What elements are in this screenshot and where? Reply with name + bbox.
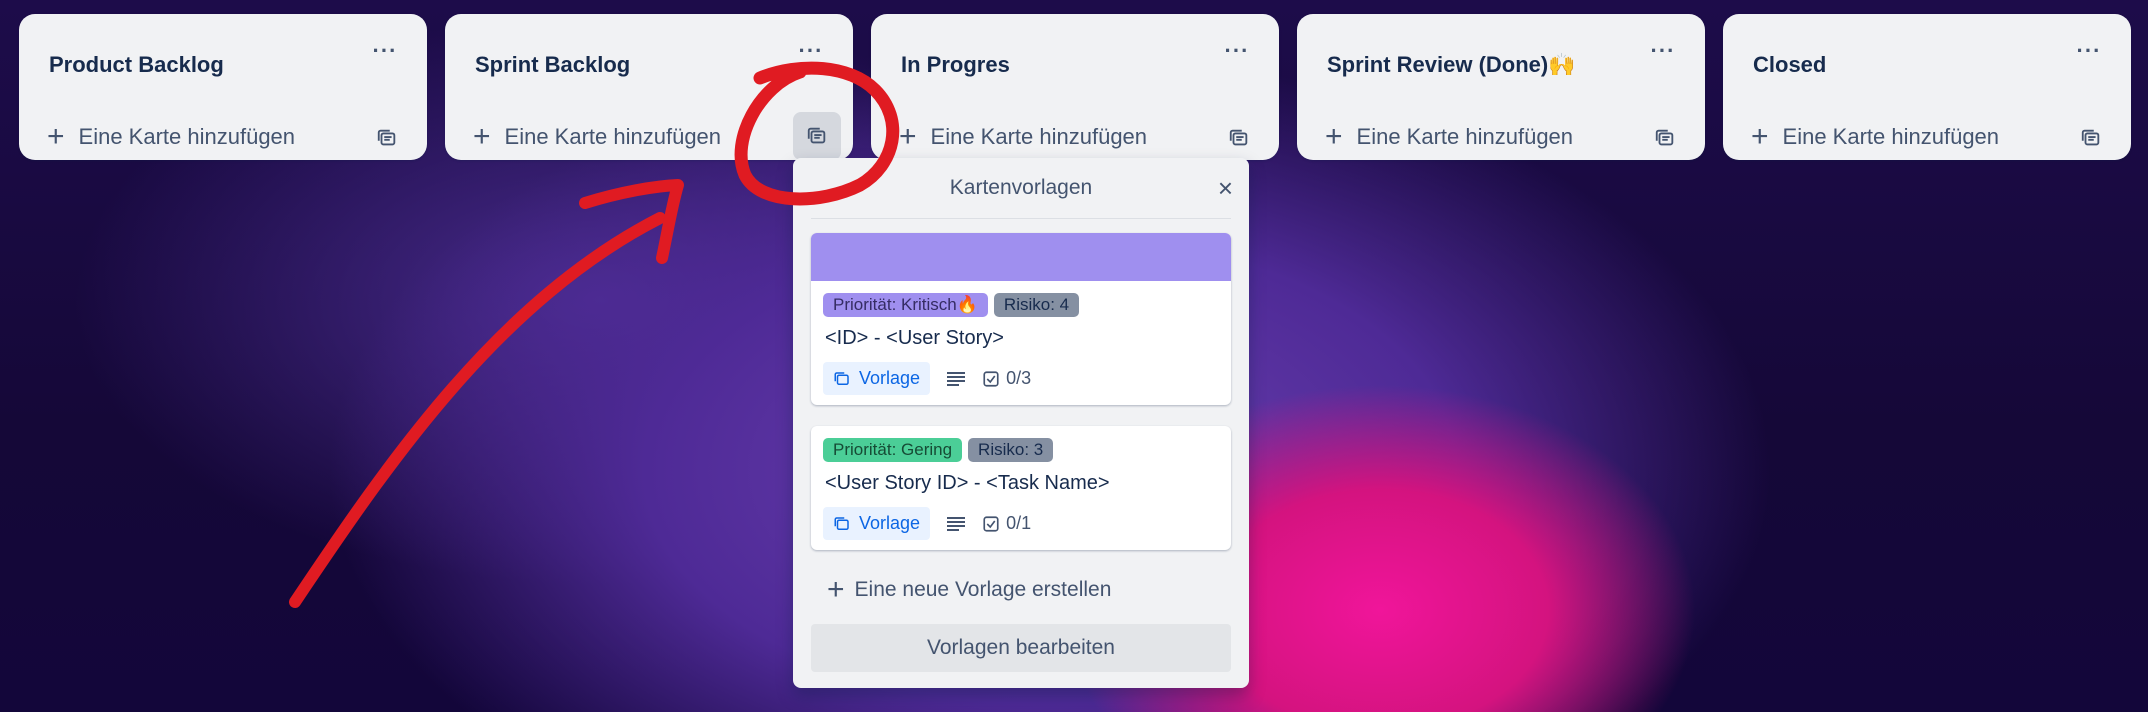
add-card-label: Eine Karte hinzufügen — [1356, 124, 1574, 149]
card-template-button[interactable] — [371, 122, 403, 154]
add-card-label: Eine Karte hinzufügen — [930, 124, 1148, 149]
card-template-button[interactable] — [1223, 122, 1255, 154]
template-badge-label: Vorlage — [859, 368, 921, 388]
add-card-button[interactable]: + Eine Karte hinzufügen — [473, 120, 722, 153]
description-icon — [947, 371, 966, 386]
plus-icon: + — [827, 573, 845, 606]
list-menu-icon[interactable]: ··· — [369, 40, 401, 68]
list-sprint-review: Sprint Review (Done)🙌 ··· + Eine Karte h… — [1297, 14, 1705, 160]
card-badges: Vorlage 0/1 — [811, 495, 1231, 550]
list-menu-icon[interactable]: ··· — [1221, 40, 1253, 68]
template-badge: Vorlage — [823, 507, 931, 540]
list-closed: Closed ··· + Eine Karte hinzufügen — [1723, 14, 2131, 160]
create-template-label: Eine neue Vorlage erstellen — [854, 578, 1112, 601]
label-priority: Priorität: Gering — [823, 438, 963, 462]
add-card-button[interactable]: + Eine Karte hinzufügen — [1325, 120, 1574, 153]
list-product-backlog: Product Backlog ··· + Eine Karte hinzufü… — [19, 14, 427, 160]
list-title[interactable]: Product Backlog — [49, 52, 224, 78]
description-icon — [947, 516, 966, 531]
template-badge: Vorlage — [823, 362, 931, 395]
card-template-button[interactable] — [1649, 122, 1681, 154]
checklist-count: 0/3 — [1006, 368, 1032, 388]
add-card-label: Eine Karte hinzufügen — [504, 124, 722, 149]
plus-icon: + — [47, 120, 65, 153]
divider — [811, 218, 1231, 219]
list-title[interactable]: In Progres — [901, 52, 1010, 78]
checklist-count: 0/1 — [1006, 513, 1032, 533]
annotation-arrow-head — [579, 179, 684, 264]
list-sprint-backlog: Sprint Backlog ··· + Eine Karte hinzufüg… — [445, 14, 853, 160]
card-labels: Priorität: Kritisch🔥 Risiko: 4 — [811, 281, 1231, 317]
label-priority: Priorität: Kritisch🔥 — [823, 293, 988, 317]
card-template-button[interactable] — [793, 112, 841, 160]
checklist-icon — [983, 515, 999, 532]
label-risk: Risiko: 4 — [993, 293, 1080, 317]
annotation-arrow-shaft — [289, 212, 666, 608]
template-icon — [834, 371, 849, 385]
popover-title: Kartenvorlagen — [949, 176, 1093, 199]
list-title[interactable]: Closed — [1753, 52, 1826, 78]
close-icon[interactable]: × — [1218, 175, 1233, 201]
card-labels: Priorität: Gering Risiko: 3 — [811, 426, 1231, 462]
edit-templates-button[interactable]: Vorlagen bearbeiten — [811, 624, 1231, 672]
template-icon — [377, 129, 396, 146]
plus-icon: + — [1751, 120, 1769, 153]
card-title: <User Story ID> - <Task Name> — [825, 472, 1110, 494]
card-template-button[interactable] — [2075, 122, 2107, 154]
card-title: <ID> - <User Story> — [825, 327, 1004, 349]
plus-icon: + — [1325, 120, 1343, 153]
template-card[interactable]: Priorität: Gering Risiko: 3 <User Story … — [811, 426, 1231, 550]
create-template-button[interactable]: + Eine neue Vorlage erstellen — [827, 573, 1112, 606]
plus-icon: + — [899, 120, 917, 153]
add-card-button[interactable]: + Eine Karte hinzufügen — [1751, 120, 2000, 153]
template-icon — [807, 127, 826, 144]
add-card-button[interactable]: + Eine Karte hinzufügen — [47, 120, 296, 153]
list-title[interactable]: Sprint Review (Done)🙌 — [1327, 52, 1576, 78]
card-cover — [811, 233, 1231, 281]
template-icon — [834, 516, 849, 530]
label-risk: Risiko: 3 — [968, 438, 1054, 462]
checklist-badge: 0/1 — [982, 513, 1031, 534]
add-card-label: Eine Karte hinzufügen — [78, 124, 296, 149]
list-menu-icon[interactable]: ··· — [1647, 40, 1679, 68]
template-icon — [1655, 129, 1674, 146]
checklist-icon — [983, 370, 999, 387]
template-card[interactable]: Priorität: Kritisch🔥 Risiko: 4 <ID> - <U… — [811, 233, 1231, 405]
add-card-button[interactable]: + Eine Karte hinzufügen — [899, 120, 1148, 153]
checklist-badge: 0/3 — [982, 368, 1031, 389]
list-menu-icon[interactable]: ··· — [2073, 40, 2105, 68]
card-templates-popover: Kartenvorlagen × Priorität: Kritisch🔥 Ri… — [793, 158, 1249, 688]
template-icon — [1229, 129, 1248, 146]
list-title[interactable]: Sprint Backlog — [475, 52, 630, 78]
add-card-label: Eine Karte hinzufügen — [1782, 124, 2000, 149]
plus-icon: + — [473, 120, 491, 153]
list-in-progress: In Progres ··· + Eine Karte hinzufügen — [871, 14, 1279, 160]
card-badges: Vorlage 0/3 — [811, 350, 1231, 405]
template-badge-label: Vorlage — [859, 513, 921, 533]
template-icon — [2081, 129, 2100, 146]
list-menu-icon[interactable]: ··· — [795, 40, 827, 68]
